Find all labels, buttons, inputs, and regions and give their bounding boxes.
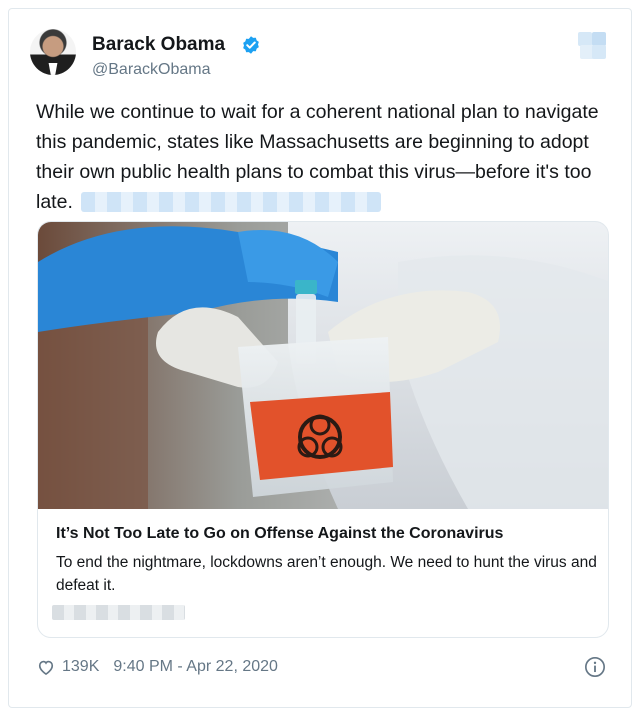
article-description: To end the nightmare, lockdowns aren’t e… [56, 554, 597, 594]
timestamp[interactable]: 9:40 PM - Apr 22, 2020 [113, 658, 278, 676]
avatar[interactable] [30, 29, 76, 75]
blurred-link[interactable] [80, 192, 381, 212]
author-handle[interactable]: @BarackObama [92, 61, 211, 79]
like-count[interactable]: 139K [62, 658, 99, 676]
article-photo [38, 222, 608, 509]
heart-icon[interactable] [36, 657, 56, 677]
tweet-text: While we continue to wait for a coherent… [36, 97, 611, 217]
author-name[interactable]: Barack Obama [92, 34, 225, 56]
article-title[interactable]: It’s Not Too Late to Go on Offense Again… [56, 525, 503, 543]
link-preview-card[interactable]: It’s Not Too Late to Go on Offense Again… [37, 221, 609, 638]
verified-badge-icon [243, 36, 259, 54]
tweet-footer: 139K 9:40 PM - Apr 22, 2020 [36, 655, 278, 679]
twitter-logo-icon[interactable] [578, 30, 608, 60]
info-icon[interactable] [584, 656, 606, 678]
blurred-domain [52, 605, 185, 620]
